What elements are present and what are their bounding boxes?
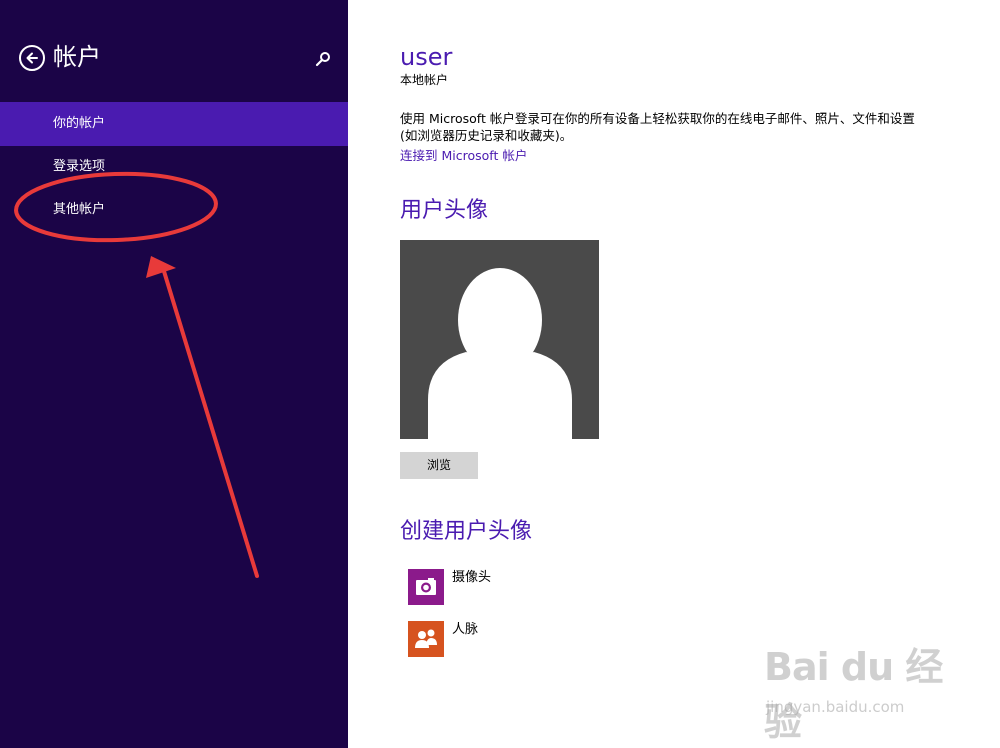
account-description: 使用 Microsoft 帐户登录可在你的所有设备上轻松获取你的在线电子邮件、照… [400,111,915,143]
sidebar-item-label: 登录选项 [53,159,106,174]
settings-sidebar: 帐户 你的帐户 登录选项 其他帐户 [0,0,348,748]
watermark-logo: Bai du 经验 [764,645,943,744]
account-type: 本地帐户 [400,73,449,87]
user-name: user [400,43,453,71]
camera-icon [408,569,444,605]
sidebar-item-sign-in-options[interactable]: 登录选项 [0,145,348,189]
back-arrow-icon [26,52,38,64]
sidebar-item-other-accounts[interactable]: 其他帐户 [0,188,348,232]
search-button[interactable] [314,50,332,68]
avatar-section-title: 用户头像 [400,198,489,223]
search-icon [315,52,330,67]
back-button[interactable] [19,45,45,71]
default-user-silhouette-icon [428,268,572,439]
page-title: 帐户 [53,43,101,71]
baidu-jingyan-watermark: Bai du 经验 jingyan.baidu.com [764,636,964,744]
app-label: 人脉 [452,622,479,637]
sidebar-item-your-account[interactable]: 你的帐户 [0,102,348,146]
watermark-url: jingyan.baidu.com [766,698,905,716]
user-avatar [400,240,599,439]
annotation-arrow-shaft [161,266,259,578]
annotation-arrow-head [146,256,176,278]
sidebar-item-label: 其他帐户 [53,202,106,217]
connect-microsoft-account-link[interactable]: 连接到 Microsoft 帐户 [400,147,527,164]
browse-button[interactable]: 浏览 [400,452,478,479]
people-icon [408,621,444,657]
sidebar-item-label: 你的帐户 [53,116,106,131]
app-label: 摄像头 [452,570,492,585]
create-avatar-section-title: 创建用户头像 [400,519,533,544]
